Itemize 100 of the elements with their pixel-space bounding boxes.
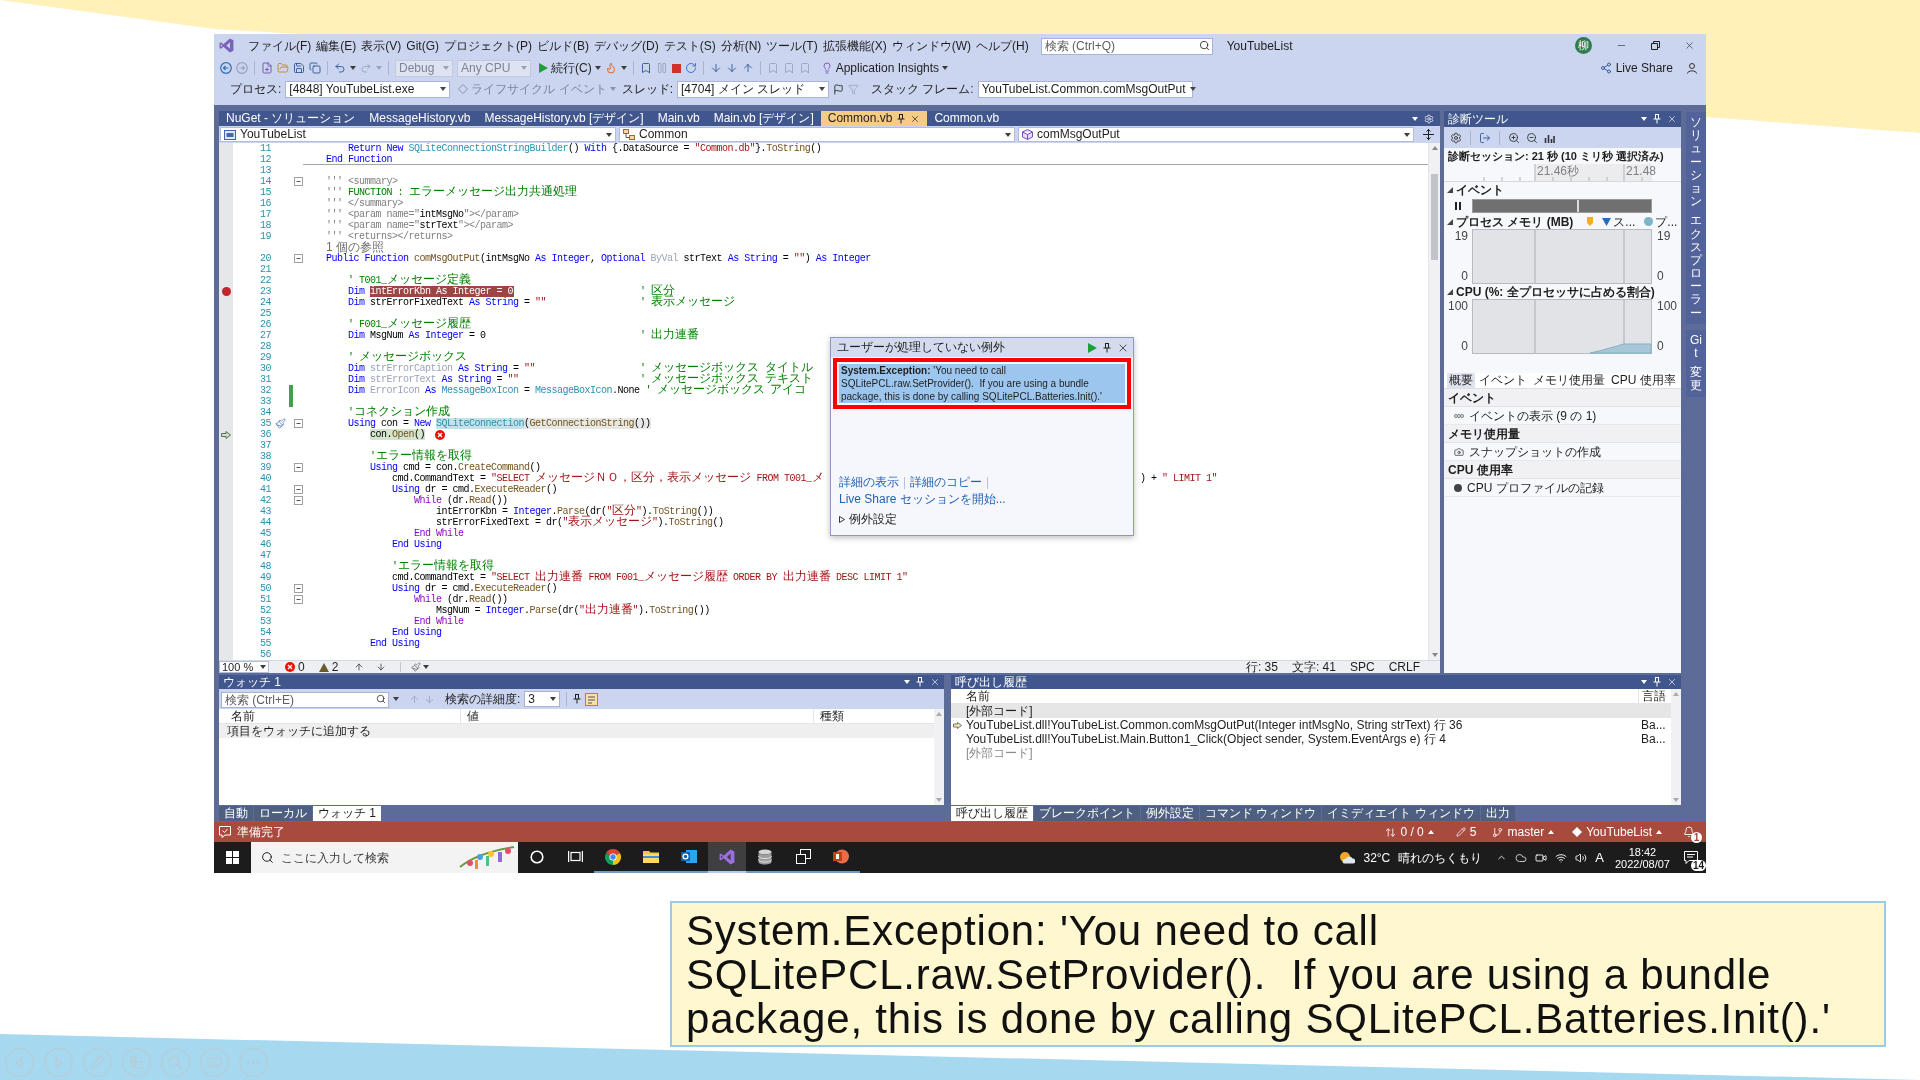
- restore-icon[interactable]: [1650, 41, 1660, 50]
- popup-link[interactable]: 詳細のコピー: [910, 475, 982, 490]
- caret-icon[interactable]: [1427, 830, 1434, 834]
- export-icon[interactable]: [1479, 131, 1491, 144]
- branch-icon[interactable]: [1492, 826, 1504, 838]
- close-icon[interactable]: [910, 113, 921, 124]
- caret-icon[interactable]: [440, 87, 447, 91]
- panel-tab[interactable]: ブレークポイント: [1034, 806, 1140, 821]
- copy-icon[interactable]: [309, 62, 321, 74]
- document-tab[interactable]: Common.vb: [820, 111, 928, 126]
- caret-icon[interactable]: [594, 66, 601, 70]
- scroll-down-icon[interactable]: [1431, 653, 1438, 657]
- scroll-up-icon[interactable]: [1431, 146, 1438, 150]
- zoom-out-icon[interactable]: [1526, 131, 1538, 144]
- scrollbar-thumb[interactable]: [1431, 174, 1438, 260]
- continue-button[interactable]: 続行(C): [539, 59, 601, 77]
- menu-item[interactable]: ツール(T): [766, 37, 818, 54]
- folder-icon[interactable]: [643, 850, 659, 863]
- error-icon[interactable]: [285, 662, 295, 672]
- search-options-caret-icon[interactable]: [393, 697, 399, 701]
- panel-menu-caret-icon[interactable]: [904, 680, 910, 684]
- network-icon[interactable]: [1555, 851, 1568, 864]
- account-avatar[interactable]: 柳: [1575, 37, 1592, 54]
- thread-dropdown[interactable]: [4704] メイン スレッド: [677, 80, 830, 98]
- panel-tab[interactable]: ウォッチ 1: [313, 806, 381, 821]
- panel-tab[interactable]: イミディエイト ウィンドウ: [1322, 806, 1480, 821]
- panel-tab[interactable]: ローカル: [254, 806, 312, 821]
- menu-item[interactable]: デバッグ(D): [594, 37, 659, 54]
- repository-button[interactable]: YouTubeList: [1572, 823, 1662, 841]
- mail-icon[interactable]: [681, 849, 697, 864]
- back-arrow-icon[interactable]: [220, 62, 232, 74]
- menu-item[interactable]: 分析(N): [720, 37, 762, 54]
- document-tab[interactable]: MessageHistory.vb: [362, 111, 478, 126]
- caret-icon[interactable]: [1189, 87, 1196, 91]
- up-arrow-icon[interactable]: [354, 662, 365, 672]
- collapse-icon[interactable]: [293, 177, 303, 186]
- expander-icon[interactable]: [1447, 186, 1453, 193]
- share-icon[interactable]: [1599, 62, 1612, 74]
- selected-row[interactable]: [外部コード]: [951, 704, 1671, 718]
- collapse-icon[interactable]: [293, 496, 303, 505]
- window-stack-icon[interactable]: [795, 849, 811, 864]
- expander-icon[interactable]: [1447, 218, 1453, 225]
- caret-icon[interactable]: [423, 665, 430, 669]
- member-dropdown[interactable]: comMsgOutPut: [1018, 127, 1414, 142]
- cloud-icon[interactable]: [1515, 851, 1528, 864]
- column-header[interactable]: 名前: [231, 709, 255, 723]
- diamond-icon[interactable]: [1572, 827, 1583, 837]
- popup-link[interactable]: 詳細の表示: [839, 475, 899, 490]
- up-down-arrows-icon[interactable]: [1385, 826, 1397, 838]
- side-tab[interactable]: Git 変更: [1686, 329, 1706, 397]
- play-icon[interactable]: [1088, 342, 1097, 353]
- new-file-icon[interactable]: [261, 62, 273, 74]
- document-tab[interactable]: Common.vb: [927, 111, 1007, 126]
- column-header[interactable]: 名前: [966, 689, 990, 703]
- indent-mode[interactable]: SPC: [1349, 661, 1375, 673]
- column-header[interactable]: 種類: [820, 709, 844, 723]
- caret-icon[interactable]: [819, 87, 826, 91]
- stack-frame-dropdown[interactable]: YouTubeList.Common.comMsgOutPut: [977, 80, 1193, 98]
- collapse-icon[interactable]: [293, 584, 303, 593]
- input-mode-indicator[interactable]: A: [1595, 850, 1604, 865]
- panel-menu-caret-icon[interactable]: [1641, 680, 1647, 684]
- pin-icon[interactable]: [897, 113, 906, 124]
- insights-button[interactable]: Application Insights: [820, 59, 949, 77]
- menu-item[interactable]: ウィンドウ(W): [891, 37, 971, 54]
- expand-arrow-icon[interactable]: [839, 516, 845, 523]
- down-arrow-icon[interactable]: [376, 662, 387, 672]
- column-header[interactable]: 言語: [1642, 689, 1666, 703]
- caret-icon[interactable]: [1656, 830, 1662, 834]
- collapse-icon[interactable]: [293, 595, 303, 604]
- panel-tab[interactable]: 例外設定: [1141, 806, 1199, 821]
- ide-icon[interactable]: [719, 848, 735, 865]
- diagnostics-tab[interactable]: CPU 使用率: [1609, 373, 1678, 388]
- process-dropdown[interactable]: [4848] YouTubeList.exe: [285, 80, 451, 98]
- document-tab[interactable]: Main.vb: [650, 111, 707, 126]
- menu-item[interactable]: 編集(E): [316, 37, 357, 54]
- database-icon[interactable]: [758, 848, 772, 865]
- vertical-scrollbar[interactable]: [1428, 143, 1440, 660]
- branch-button[interactable]: master: [1492, 823, 1555, 841]
- menu-item[interactable]: Git(G): [406, 37, 439, 54]
- zoom-dropdown[interactable]: 100 %: [219, 661, 269, 673]
- stack-frame-name[interactable]: [外部コード]: [966, 704, 1033, 718]
- caret-icon[interactable]: [550, 697, 557, 701]
- volume-icon[interactable]: [1575, 851, 1588, 864]
- weather-icon[interactable]: [1339, 851, 1356, 864]
- undo-icon[interactable]: [334, 62, 346, 74]
- document-tab[interactable]: Main.vb [デザイン]: [706, 111, 821, 126]
- browser-icon[interactable]: [605, 848, 621, 865]
- pin-icon[interactable]: [1103, 342, 1111, 353]
- menu-item[interactable]: ファイル(F): [248, 37, 312, 54]
- bar-chart-icon[interactable]: [1544, 132, 1555, 143]
- diagnostics-tab[interactable]: メモリ使用量: [1531, 373, 1607, 388]
- caret-icon[interactable]: [942, 66, 949, 70]
- caret-icon[interactable]: [260, 665, 266, 669]
- changes-button[interactable]: 5: [1455, 823, 1477, 841]
- start-icon[interactable]: [226, 851, 239, 864]
- search-depth-dropdown[interactable]: 3: [524, 691, 561, 707]
- side-tab[interactable]: ソリューション エクスプローラー: [1686, 112, 1706, 324]
- action-link[interactable]: CPU プロファイルの記録: [1467, 478, 1604, 497]
- menu-item[interactable]: ビルド(B): [537, 37, 589, 54]
- flag-icon[interactable]: [833, 83, 845, 95]
